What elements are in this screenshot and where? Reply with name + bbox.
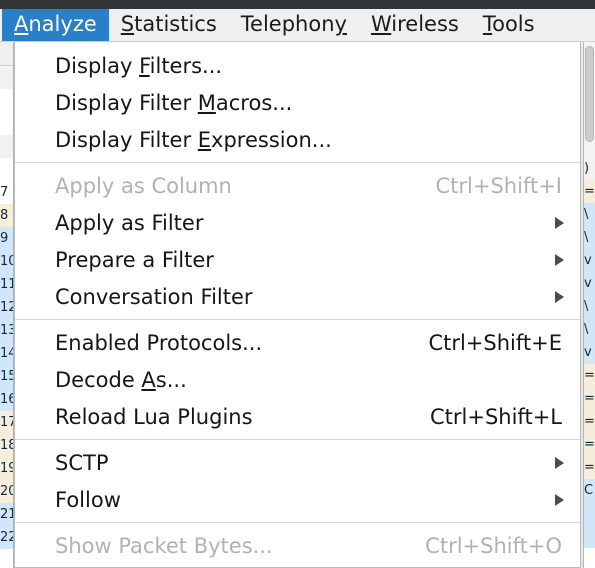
packet-row[interactable]: 18: [0, 434, 13, 457]
menu-item-label: Enabled Protocols...: [55, 330, 263, 355]
menubar-item-telephony[interactable]: Telephony: [229, 9, 359, 41]
menu-item-show-packet-bytes: Show Packet Bytes... Ctrl+Shift+O: [15, 527, 580, 564]
packet-row[interactable]: \: [584, 295, 595, 318]
menu-item-shortcut: Ctrl+Shift+E: [428, 330, 562, 355]
menu-separator: [15, 522, 580, 523]
analyze-dropdown-menu: Display Filters... Display Filter Macros.…: [14, 42, 581, 568]
packet-list-left-strip[interactable]: 78910111213141516171819202122: [0, 42, 14, 568]
submenu-arrow-icon: [555, 253, 564, 266]
packet-row[interactable]: C: [584, 479, 595, 502]
menu-bar: Analyze Statistics Telephony Wireless Tools: [0, 9, 595, 42]
packet-row[interactable]: v: [584, 341, 595, 364]
packet-row[interactable]: =: [584, 410, 595, 433]
packet-row[interactable]: =: [584, 456, 595, 479]
menubar-item-statistics[interactable]: Statistics: [109, 9, 229, 41]
menu-item-label: Display Filter Macros...: [55, 90, 293, 115]
submenu-arrow-icon: [555, 216, 564, 229]
packet-row[interactable]: 8: [0, 204, 13, 227]
packet-row[interactable]: =: [584, 433, 595, 456]
packet-row[interactable]: 15: [0, 365, 13, 388]
menu-item-label: Apply as Filter: [55, 210, 204, 235]
menu-item-shortcut: Ctrl+Shift+L: [430, 404, 562, 429]
packet-row[interactable]: 9: [0, 227, 13, 250]
packet-row[interactable]: \: [584, 203, 595, 226]
application-window: 78910111213141516171819202122 )=\\vv\\v=…: [0, 0, 595, 568]
packet-row[interactable]: 10: [0, 250, 13, 273]
menu-item-label: Follow: [55, 487, 121, 512]
packet-row[interactable]: [0, 135, 13, 158]
menu-item-shortcut: Ctrl+Shift+O: [425, 533, 562, 558]
packet-row[interactable]: \: [584, 318, 595, 341]
menu-item-shortcut: Ctrl+Shift+I: [435, 173, 562, 198]
menu-item-display-filter-expression[interactable]: Display Filter Expression...: [15, 121, 580, 158]
packet-row[interactable]: 7: [0, 181, 13, 204]
packet-list-scrollbar[interactable]: [584, 42, 595, 160]
packet-list-right-strip[interactable]: ) = \ \ v v \ \ v = = = = = C: [583, 42, 595, 568]
menu-item-label: Reload Lua Plugins: [55, 404, 253, 429]
packet-row[interactable]: [0, 112, 13, 135]
scrollbar-thumb[interactable]: [585, 46, 594, 142]
packet-row[interactable]: 22: [0, 526, 13, 549]
menu-item-label: Show Packet Bytes...: [55, 533, 273, 558]
packet-row[interactable]: ): [584, 157, 595, 180]
menubar-item-analyze[interactable]: Analyze: [2, 9, 109, 41]
window-titlebar: [0, 0, 595, 9]
menu-separator: [15, 319, 580, 320]
menu-item-label: Apply as Column: [55, 173, 232, 198]
menu-item-label: Decode As...: [55, 367, 187, 392]
packet-row[interactable]: 16: [0, 388, 13, 411]
menu-item-label: Conversation Filter: [55, 284, 253, 309]
packet-row[interactable]: =: [584, 364, 595, 387]
menu-item-expert-information[interactable]: Expert Information: [15, 564, 580, 567]
packet-row[interactable]: 20: [0, 480, 13, 503]
menu-separator: [15, 439, 580, 440]
packet-row[interactable]: v: [584, 272, 595, 295]
submenu-arrow-icon: [555, 493, 564, 506]
packet-row[interactable]: [584, 502, 595, 525]
packet-row[interactable]: 13: [0, 319, 13, 342]
packet-row[interactable]: 12: [0, 296, 13, 319]
menu-item-label: SCTP: [55, 450, 109, 475]
menu-item-label: Display Filter Expression...: [55, 127, 332, 152]
menu-item-display-filters[interactable]: Display Filters...: [15, 47, 580, 84]
menu-item-apply-as-filter[interactable]: Apply as Filter: [15, 204, 580, 241]
submenu-arrow-icon: [555, 290, 564, 303]
packet-row[interactable]: =: [584, 180, 595, 203]
packet-row[interactable]: 17: [0, 411, 13, 434]
packet-row[interactable]: [0, 158, 13, 181]
packet-row[interactable]: 21: [0, 503, 13, 526]
menu-item-label: Display Filters...: [55, 53, 223, 78]
menu-item-display-filter-macros[interactable]: Display Filter Macros...: [15, 84, 580, 121]
packet-row[interactable]: [584, 525, 595, 548]
packet-row[interactable]: [0, 66, 13, 89]
packet-row[interactable]: 14: [0, 342, 13, 365]
menu-item-reload-lua-plugins[interactable]: Reload Lua Plugins Ctrl+Shift+L: [15, 398, 580, 435]
menu-item-enabled-protocols[interactable]: Enabled Protocols... Ctrl+Shift+E: [15, 324, 580, 361]
packet-row[interactable]: 19: [0, 457, 13, 480]
menu-item-follow[interactable]: Follow: [15, 481, 580, 518]
packet-row[interactable]: [0, 89, 13, 112]
menu-item-label: Prepare a Filter: [55, 247, 214, 272]
packet-row[interactable]: 11: [0, 273, 13, 296]
packet-row[interactable]: \: [584, 226, 595, 249]
menubar-item-wireless[interactable]: Wireless: [359, 9, 471, 41]
menu-item-conversation-filter[interactable]: Conversation Filter: [15, 278, 580, 315]
menu-item-decode-as[interactable]: Decode As...: [15, 361, 580, 398]
submenu-arrow-icon: [555, 456, 564, 469]
menubar-item-tools[interactable]: Tools: [471, 9, 547, 41]
packet-row[interactable]: [0, 42, 13, 66]
menu-item-sctp[interactable]: SCTP: [15, 444, 580, 481]
menu-item-prepare-a-filter[interactable]: Prepare a Filter: [15, 241, 580, 278]
menu-separator: [15, 162, 580, 163]
packet-row[interactable]: =: [584, 387, 595, 410]
menu-item-apply-as-column: Apply as Column Ctrl+Shift+I: [15, 167, 580, 204]
packet-row[interactable]: v: [584, 249, 595, 272]
